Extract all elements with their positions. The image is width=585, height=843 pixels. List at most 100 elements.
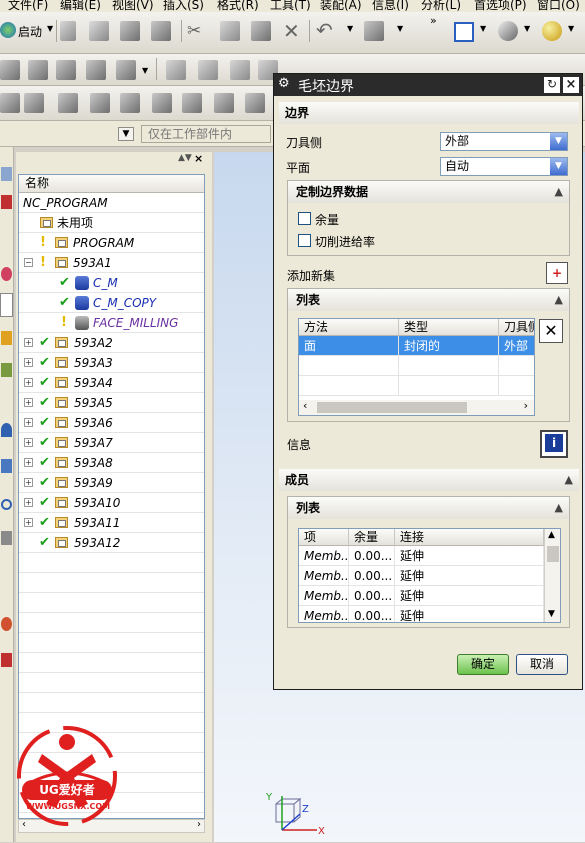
undo-dropdown-icon[interactable]: ▼ [347,24,353,33]
scroll-thumb[interactable] [547,546,559,562]
start-dropdown-icon[interactable]: ▼ [47,24,53,33]
tree-row-593a8[interactable]: + ✔ 593A8 [19,453,204,473]
menu-tools[interactable]: 工具(T) [270,0,311,12]
palette-icon[interactable] [1,653,12,667]
collapse-icon[interactable]: − [24,258,33,267]
scroll-right-icon[interactable]: › [524,399,528,412]
menu-edit[interactable]: 编辑(E) [60,0,101,12]
scroll-left-icon[interactable]: ‹ [303,399,307,412]
scroll-down-icon[interactable]: ▼ [548,609,555,619]
table-cell[interactable]: 面 [299,336,399,356]
ok-button[interactable]: 确定 [457,654,509,675]
menu-assembly[interactable]: 装配(A) [320,0,362,12]
menu-view[interactable]: 视图(V) [112,0,154,12]
transform-icon[interactable] [245,93,265,113]
tree-row-593a10[interactable]: + ✔ 593A10 [19,493,204,513]
expand-icon[interactable]: + [24,438,33,447]
paste-icon[interactable] [251,21,271,41]
members-section-header[interactable]: 成员 ▲ [279,469,579,491]
type-column-header[interactable]: 类型 [399,319,499,336]
new-file-icon[interactable] [60,21,76,41]
collapse-chevron-icon[interactable]: ▲ [555,289,563,311]
print-icon[interactable] [151,21,171,41]
generate-toolpath-icon[interactable] [0,93,20,113]
expand-icon[interactable]: + [24,458,33,467]
menu-preferences[interactable]: 首选项(P) [474,0,527,12]
render-dropdown-icon[interactable]: ▼ [524,24,530,33]
chevron-down-icon[interactable]: ▼ [550,158,567,175]
table-cell[interactable]: 延伸 [395,586,544,606]
orient-view-icon[interactable] [542,21,562,41]
scroll-right-icon[interactable]: › [197,819,201,830]
table-cell[interactable]: 0.00... [349,586,395,606]
tree-row-program[interactable]: ! PROGRAM [19,233,204,253]
menu-format[interactable]: 格式(R) [217,0,259,12]
table-cell[interactable]: 封闭的 [399,336,499,356]
table-cell[interactable]: Memb... [299,566,349,586]
tree-row-face-milling[interactable]: ! FACE_MILLING [19,313,204,333]
table-cell[interactable]: 外部 [499,336,534,356]
scroll-thumb[interactable] [317,402,467,413]
information-button[interactable]: i [540,430,568,458]
operation-navigator-tab[interactable] [0,293,13,317]
stock-column-header[interactable]: 余量 [349,529,395,546]
program-order-view-icon[interactable] [166,60,186,80]
collapse-chevron-icon[interactable]: ▲ [565,469,573,491]
filter-dropdown-icon[interactable]: ▼ [118,127,134,141]
name-column-header[interactable]: 名称 [19,175,204,193]
machine-tool-view-icon[interactable] [198,60,218,80]
delete-icon[interactable]: ✕ [283,19,300,43]
tool-side-column-header[interactable]: 刀具侧 [499,319,534,336]
operation-dropdown-icon[interactable]: ▼ [142,66,148,75]
tree-row-c-m[interactable]: ✔ C_M [19,273,204,293]
tree-row-593a11[interactable]: + ✔ 593A11 [19,513,204,533]
copy-icon[interactable] [220,21,240,41]
custom-data-header[interactable]: 定制边界数据 ▲ [288,181,569,203]
list-toolpath-icon[interactable] [58,93,78,113]
shop-docs-icon[interactable] [182,93,202,113]
verify-toolpath-icon[interactable] [90,93,110,113]
cut-icon[interactable]: ✂ [187,21,201,41]
create-geometry-icon[interactable] [56,60,76,80]
table-cell[interactable]: Memb... [299,586,349,606]
constraint-navigator-icon[interactable] [1,195,12,209]
replay-toolpath-icon[interactable] [24,93,44,113]
start-button[interactable]: 启动 [18,23,42,40]
add-new-set-button[interactable]: + [546,262,568,284]
create-method-icon[interactable] [86,60,106,80]
tree-row-593a6[interactable]: + ✔ 593A6 [19,413,204,433]
tree-row-c-m-copy[interactable]: ✔ C_M_COPY [19,293,204,313]
tree-row-593a7[interactable]: + ✔ 593A7 [19,433,204,453]
table-cell[interactable]: 延伸 [395,566,544,586]
table-cell[interactable]: 延伸 [395,546,544,566]
finder-dropdown-icon[interactable]: ▼ [397,24,403,33]
web-browser-icon[interactable] [1,423,12,437]
connect-column-header[interactable]: 连接 [395,529,544,546]
tree-row-593a1[interactable]: − ! 593A1 [19,253,204,273]
expand-icon[interactable]: + [24,358,33,367]
render-style-icon[interactable] [498,21,518,41]
tree-row-593a3[interactable]: + ✔ 593A3 [19,353,204,373]
expand-icon[interactable]: + [24,478,33,487]
part-navigator-icon[interactable] [1,267,12,281]
assembly-navigator-icon[interactable] [1,167,12,181]
members-vertical-scrollbar[interactable]: ▲ ▼ [544,529,560,622]
list-header[interactable]: 列表 ▲ [288,289,569,311]
menu-window[interactable]: 窗口(O) [537,0,580,12]
table-cell[interactable]: 0.00... [349,566,395,586]
tool-side-select[interactable]: 外部 ▼ [440,132,568,151]
tree-row-nc-program[interactable]: NC_PROGRAM [19,193,204,213]
table-cell[interactable]: 延伸 [395,606,544,622]
selection-scope-field[interactable]: 仅在工作部件内 [141,125,271,143]
tree-row-unused[interactable]: 未用项 [19,213,204,233]
geometry-view-icon[interactable] [230,60,250,80]
history-icon[interactable] [1,459,12,473]
toolbar-overflow-icon[interactable]: » [430,14,437,27]
tree-row-593a2[interactable]: + ✔ 593A2 [19,333,204,353]
tree-row-593a9[interactable]: + ✔ 593A9 [19,473,204,493]
menu-insert[interactable]: 插入(S) [163,0,204,12]
plane-select[interactable]: 自动 ▼ [440,157,568,176]
reuse-library-icon[interactable] [1,331,12,345]
command-finder-icon[interactable] [364,21,384,41]
expand-icon[interactable]: + [24,518,33,527]
